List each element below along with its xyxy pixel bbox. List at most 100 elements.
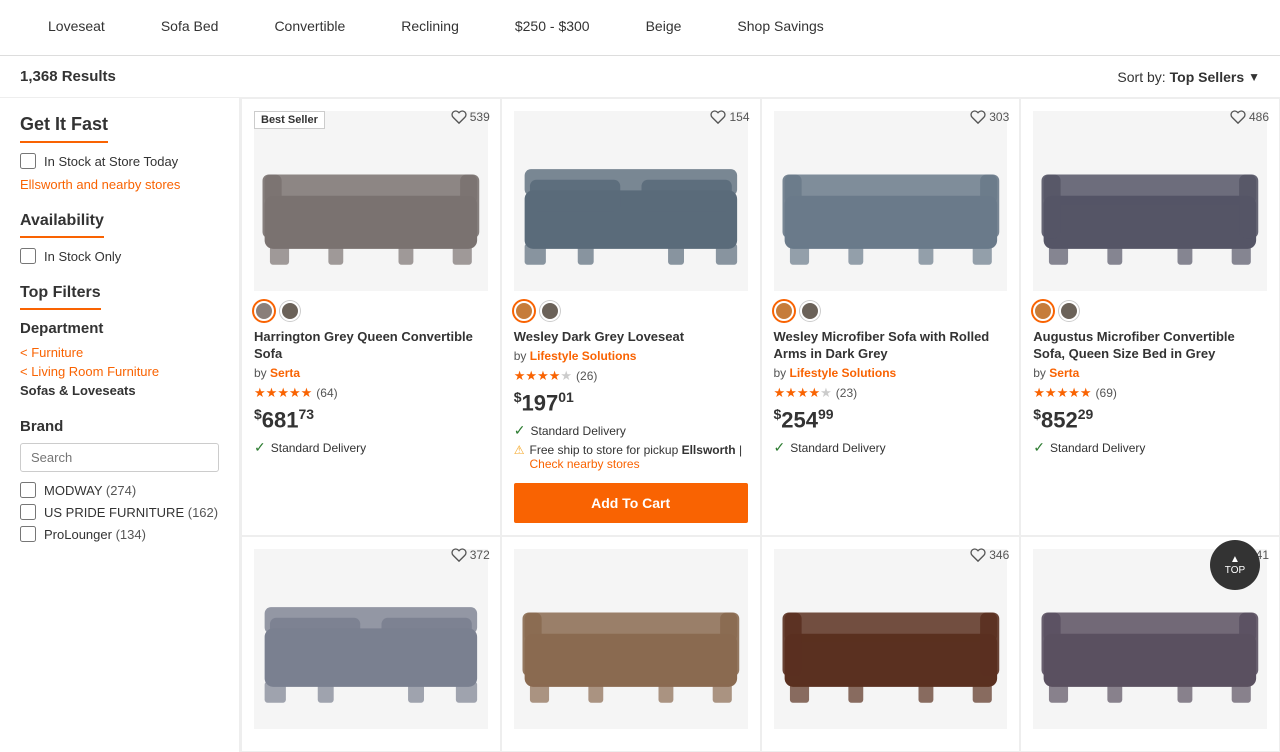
product-brand: by Lifestyle Solutions <box>514 349 748 363</box>
in-stock-only-row[interactable]: In Stock Only <box>20 248 219 264</box>
delivery-check-icon: ✓ <box>514 422 526 439</box>
color-swatch[interactable] <box>800 301 820 321</box>
product-price: $25499 <box>774 406 1008 433</box>
nav-item-convertible[interactable]: Convertible <box>246 0 373 56</box>
wishlist-count: 486 <box>1249 110 1269 124</box>
product-card[interactable]: Best Seller 539 Harrington Grey Queen Co… <box>241 98 501 536</box>
nearby-stores-link[interactable]: Ellsworth and nearby stores <box>20 177 219 192</box>
nav-item-shop-savings[interactable]: Shop Savings <box>709 0 851 56</box>
delivery-row: ✓ Standard Delivery <box>254 439 488 456</box>
delivery-label: Standard Delivery <box>1050 441 1145 455</box>
brand-name: ProLounger (134) <box>44 527 146 542</box>
nav-item-sofa-bed[interactable]: Sofa Bed <box>133 0 247 56</box>
color-swatch[interactable] <box>774 301 794 321</box>
in-stock-only-label: In Stock Only <box>44 249 121 264</box>
ship-text: Free ship to store for pickup Ellsworth … <box>530 443 748 471</box>
wishlist-button[interactable]: 372 <box>451 547 490 563</box>
delivery-check-icon: ✓ <box>254 439 266 456</box>
brand-search-input[interactable] <box>20 443 219 472</box>
product-image <box>254 549 488 729</box>
product-image <box>254 111 488 291</box>
product-name: Wesley Dark Grey Loveseat <box>514 329 748 346</box>
brand-checkbox[interactable] <box>20 504 36 520</box>
in-stock-store-label: In Stock at Store Today <box>44 154 178 169</box>
stars-row: ★★★★★ (64) <box>254 385 488 401</box>
product-name: Wesley Microfiber Sofa with Rolled Arms … <box>774 329 1008 363</box>
color-swatch[interactable] <box>1059 301 1079 321</box>
back-to-top-button[interactable]: ▲ TOP <box>1210 540 1260 590</box>
best-seller-badge: Best Seller <box>254 111 325 129</box>
dept-living-room-link[interactable]: < Living Room Furniture <box>20 364 219 379</box>
availability-section: Availability In Stock Only <box>20 212 219 264</box>
nav-item-reclining[interactable]: Reclining <box>373 0 487 56</box>
wishlist-button[interactable]: 346 <box>970 547 1009 563</box>
product-card[interactable]: 372 <box>241 536 501 752</box>
stars: ★★★★★ <box>774 385 832 401</box>
brand-checkbox[interactable] <box>20 526 36 542</box>
product-brand: by Serta <box>1033 366 1267 380</box>
color-swatch[interactable] <box>514 301 534 321</box>
color-swatches <box>1033 301 1267 321</box>
brand-checkbox[interactable] <box>20 482 36 498</box>
wishlist-button[interactable]: 539 <box>451 109 490 125</box>
in-stock-store-checkbox[interactable] <box>20 153 36 169</box>
check-nearby-link[interactable]: Check nearby stores <box>530 457 640 471</box>
stars-row: ★★★★★ (23) <box>774 385 1008 401</box>
wishlist-button[interactable]: 486 <box>1230 109 1269 125</box>
color-swatch[interactable] <box>254 301 274 321</box>
color-swatches <box>254 301 488 321</box>
wishlist-count: 303 <box>989 110 1009 124</box>
nav-item-beige[interactable]: Beige <box>618 0 710 56</box>
nav-item-$250---$300[interactable]: $250 - $300 <box>487 0 618 56</box>
stars: ★★★★★ <box>254 385 312 401</box>
brand-item[interactable]: ProLounger (134) <box>20 526 219 542</box>
product-image <box>774 549 1008 729</box>
delivery-row: ✓ Standard Delivery <box>1033 439 1267 456</box>
top-filters-section: Top Filters Department < Furniture < Liv… <box>20 284 219 398</box>
sort-by-label: Sort by: <box>1117 69 1165 85</box>
product-card[interactable]: 346 <box>761 536 1021 752</box>
delivery-check-icon: ✓ <box>1033 439 1045 456</box>
color-swatches <box>514 301 748 321</box>
color-swatch[interactable] <box>280 301 300 321</box>
wishlist-button[interactable]: 154 <box>710 109 749 125</box>
product-card[interactable]: 486 Augustus Microfiber Convertible Sofa… <box>1020 98 1280 536</box>
product-card[interactable]: 303 Wesley Microfiber Sofa with Rolled A… <box>761 98 1021 536</box>
delivery-check-icon: ✓ <box>774 439 786 456</box>
product-image <box>514 111 748 291</box>
brand-section: Brand MODWAY (274)US PRIDE FURNITURE (16… <box>20 418 219 542</box>
stars: ★★★★★ <box>1033 385 1091 401</box>
department-title: Department <box>20 320 219 337</box>
wishlist-button[interactable]: 303 <box>970 109 1009 125</box>
sidebar: Get It Fast In Stock at Store Today Ells… <box>0 98 240 752</box>
review-count: (69) <box>1096 386 1117 400</box>
color-swatch[interactable] <box>1033 301 1053 321</box>
top-nav: LoveseatSofa BedConvertibleReclining$250… <box>0 0 1280 56</box>
dept-furniture-link[interactable]: < Furniture <box>20 345 219 360</box>
get-it-fast-section: Get It Fast In Stock at Store Today Ells… <box>20 114 219 192</box>
availability-title: Availability <box>20 212 104 238</box>
product-image <box>774 111 1008 291</box>
sort-by[interactable]: Sort by: Top Sellers ▼ <box>1117 69 1260 85</box>
product-brand: by Serta <box>254 366 488 380</box>
in-stock-store-row[interactable]: In Stock at Store Today <box>20 153 219 169</box>
in-stock-only-checkbox[interactable] <box>20 248 36 264</box>
top-filters-title: Top Filters <box>20 284 101 310</box>
add-to-cart-button[interactable]: Add To Cart <box>514 483 748 523</box>
color-swatches <box>774 301 1008 321</box>
brand-item[interactable]: US PRIDE FURNITURE (162) <box>20 504 219 520</box>
product-card[interactable]: 154 Wesley Dark Grey Loveseat by Lifesty… <box>501 98 761 536</box>
color-swatch[interactable] <box>540 301 560 321</box>
product-price: $85229 <box>1033 406 1267 433</box>
ship-info: ⚠ Free ship to store for pickup Ellswort… <box>514 443 748 471</box>
product-image <box>1033 111 1267 291</box>
results-bar: 1,368 Results Sort by: Top Sellers ▼ <box>0 56 1280 98</box>
product-card[interactable] <box>501 536 761 752</box>
review-count: (23) <box>836 386 857 400</box>
wishlist-count: 539 <box>470 110 490 124</box>
stars-row: ★★★★★ (26) <box>514 368 748 384</box>
products-grid: Best Seller 539 Harrington Grey Queen Co… <box>240 98 1280 752</box>
brand-item[interactable]: MODWAY (274) <box>20 482 219 498</box>
nav-item-loveseat[interactable]: Loveseat <box>20 0 133 56</box>
product-name: Augustus Microfiber Convertible Sofa, Qu… <box>1033 329 1267 363</box>
